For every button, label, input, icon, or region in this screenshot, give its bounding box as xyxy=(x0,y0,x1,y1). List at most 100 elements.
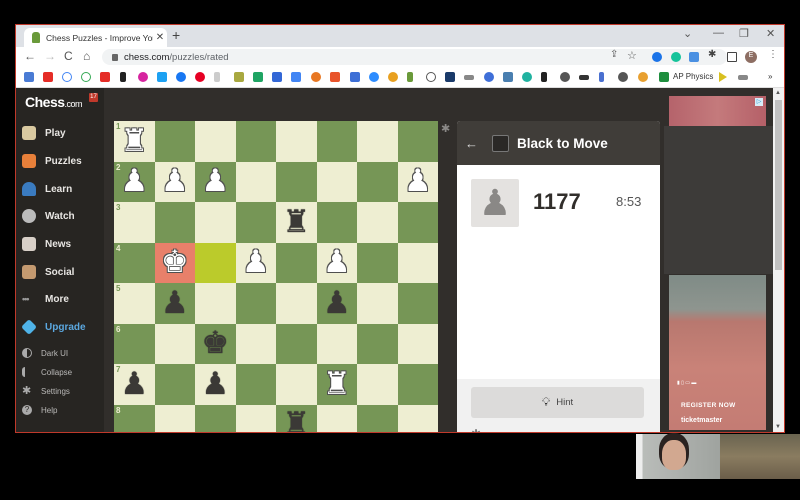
bookmark-play-icon[interactable] xyxy=(719,72,727,82)
square-b7[interactable] xyxy=(357,364,398,405)
square-c3[interactable] xyxy=(316,202,357,243)
black-king-piece[interactable]: ♚ xyxy=(201,328,229,359)
sidebar-item-social[interactable]: Social xyxy=(22,263,74,281)
white-rook-piece[interactable]: ♜ xyxy=(120,125,148,157)
bookmark-wix-icon[interactable] xyxy=(464,75,474,80)
bookmark-icon[interactable] xyxy=(388,72,398,82)
bookmark-globe-icon[interactable] xyxy=(618,72,628,82)
square-f4[interactable] xyxy=(195,242,236,283)
notification-badge[interactable]: 17 xyxy=(89,93,98,102)
side-panel-icon[interactable] xyxy=(727,52,737,62)
square-f8[interactable]: f xyxy=(195,404,236,432)
black-rook-piece[interactable]: ♜ xyxy=(282,409,310,432)
bookmark-youtube-icon[interactable] xyxy=(43,72,53,82)
bookmark-pinterest-icon[interactable] xyxy=(195,72,205,82)
sidebar-item-watch[interactable]: Watch xyxy=(22,207,75,225)
square-d3[interactable]: ♜ xyxy=(276,202,317,243)
bookmark-calendar-icon[interactable] xyxy=(24,72,34,82)
square-h3[interactable]: 3 xyxy=(114,202,155,243)
white-pawn-piece[interactable]: ♟ xyxy=(161,166,189,197)
sidebar-item-collapse[interactable]: Collapse xyxy=(22,363,72,381)
bookmark-amazon-icon[interactable] xyxy=(541,72,547,82)
square-b3[interactable] xyxy=(357,202,398,243)
bookmark-icon[interactable] xyxy=(350,72,360,82)
square-e6[interactable] xyxy=(235,323,276,364)
square-d6[interactable] xyxy=(276,323,317,364)
page-scrollbar[interactable]: ▲ ▼ xyxy=(773,88,784,432)
extensions-puzzle-icon[interactable]: ✱ xyxy=(708,49,716,60)
square-a4[interactable] xyxy=(397,242,438,283)
tab-search-icon[interactable]: ⌄ xyxy=(683,27,692,40)
sidebar-item-puzzles[interactable]: Puzzles xyxy=(22,152,82,170)
square-h4[interactable]: 4 xyxy=(114,242,155,283)
bookmark-twitter-icon[interactable] xyxy=(157,72,167,82)
black-rook-piece[interactable]: ♜ xyxy=(282,206,310,238)
sidebar-item-help[interactable]: ? Help xyxy=(22,401,57,419)
ad-banner-top[interactable]: ▷ xyxy=(669,96,766,126)
bookmark-instagram-icon[interactable] xyxy=(138,72,148,82)
square-d1[interactable] xyxy=(276,121,317,162)
scroll-down-icon[interactable]: ▼ xyxy=(775,424,781,430)
square-c6[interactable] xyxy=(316,323,357,364)
profile-avatar[interactable]: E xyxy=(745,51,757,63)
square-c4[interactable]: ♟ xyxy=(316,242,357,283)
bookmark-icon[interactable] xyxy=(579,75,589,80)
white-pawn-piece[interactable]: ♟ xyxy=(120,166,148,197)
bookmark-icon[interactable] xyxy=(445,72,455,82)
sidebar-item-play[interactable]: Play xyxy=(22,124,66,142)
square-g3[interactable] xyxy=(154,202,195,243)
bookmark-translate-icon[interactable] xyxy=(291,72,301,82)
minimize-button[interactable]: — xyxy=(713,27,724,39)
home-button[interactable]: ⌂ xyxy=(83,49,90,63)
reload-button[interactable]: C xyxy=(64,49,73,63)
bookmark-icon[interactable] xyxy=(503,72,513,82)
back-button[interactable]: ← xyxy=(24,49,36,63)
square-a3[interactable] xyxy=(397,202,438,243)
black-pawn-piece[interactable]: ♟ xyxy=(120,368,148,400)
square-d5[interactable] xyxy=(276,283,317,324)
square-a8[interactable]: a xyxy=(397,404,438,432)
bookmark-zoom-icon[interactable] xyxy=(369,72,379,82)
square-e4[interactable]: ♟ xyxy=(235,242,276,283)
previous-button[interactable]: ‹ xyxy=(613,427,617,432)
chess-com-logo[interactable]: Chess.com xyxy=(25,94,83,110)
grammarly-extension-icon[interactable] xyxy=(671,52,681,62)
square-b4[interactable] xyxy=(357,242,398,283)
bookmark-globe-icon[interactable] xyxy=(560,72,570,82)
square-e3[interactable] xyxy=(235,202,276,243)
square-c7[interactable]: ♜ xyxy=(316,364,357,405)
square-d4[interactable] xyxy=(276,242,317,283)
square-g8[interactable]: g xyxy=(154,404,195,432)
square-c1[interactable] xyxy=(316,121,357,162)
square-c2[interactable] xyxy=(316,161,357,202)
hint-button[interactable]: 💡︎ Hint xyxy=(471,387,644,418)
adchoices-icon[interactable]: ▷ xyxy=(755,98,763,106)
bookmark-star-icon[interactable]: ☆ xyxy=(627,49,637,62)
bookmarks-overflow-icon[interactable]: » xyxy=(768,72,772,81)
bookmark-icon[interactable] xyxy=(522,72,532,82)
bookmark-icon[interactable] xyxy=(272,72,282,82)
sidebar-item-more[interactable]: ••• More xyxy=(22,290,69,308)
square-h2[interactable]: 2 ♟ xyxy=(114,161,155,202)
bookmark-ap-physics[interactable]: AP Physics xyxy=(673,72,713,81)
bookmark-amazon-icon[interactable] xyxy=(120,72,126,82)
square-b1[interactable] xyxy=(357,121,398,162)
bookmark-icon[interactable] xyxy=(638,72,648,82)
bookmark-icon[interactable] xyxy=(484,72,494,82)
square-e2[interactable] xyxy=(235,161,276,202)
bookmark-icon[interactable] xyxy=(738,75,748,80)
square-d8[interactable]: d♜ xyxy=(276,404,317,432)
square-c5[interactable]: ♟ xyxy=(316,283,357,324)
board-settings-gear-icon[interactable]: ✱ xyxy=(441,122,450,135)
square-f5[interactable] xyxy=(195,283,236,324)
square-e8[interactable]: e xyxy=(235,404,276,432)
sidebar-item-dark-ui[interactable]: Dark UI xyxy=(22,344,68,362)
extension-icon[interactable] xyxy=(689,52,699,62)
square-g7[interactable] xyxy=(154,364,195,405)
scroll-up-icon[interactable]: ▲ xyxy=(775,90,781,96)
square-g6[interactable] xyxy=(154,323,195,364)
square-f6[interactable]: ♚ xyxy=(195,323,236,364)
square-a6[interactable] xyxy=(397,323,438,364)
square-h7[interactable]: 7 ♟ xyxy=(114,364,155,405)
restore-button[interactable]: ❐ xyxy=(739,27,749,40)
